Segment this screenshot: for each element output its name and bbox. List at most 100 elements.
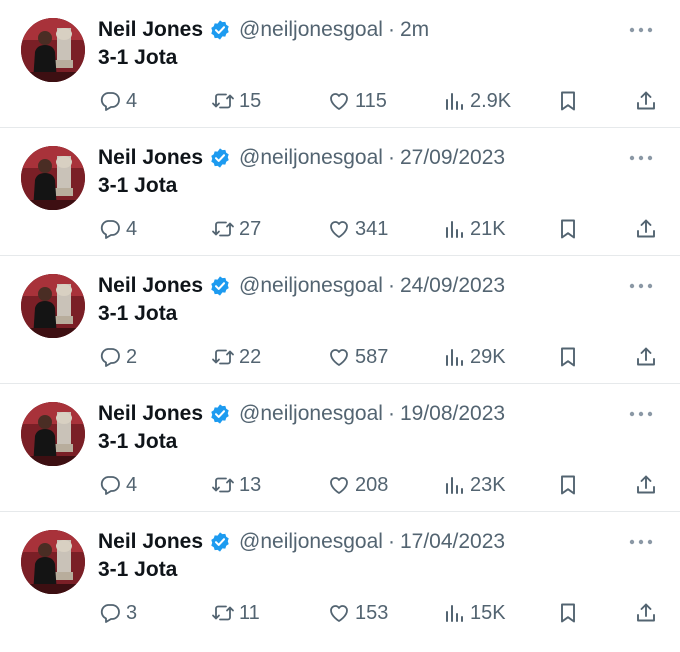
views-button[interactable]: 29K [442,344,506,370]
timestamp[interactable]: 2m [400,18,429,42]
retweet-button[interactable]: 27 [211,216,261,242]
like-button[interactable]: 341 [327,216,388,242]
bookmark-button[interactable] [556,600,580,626]
reply-count: 2 [126,345,138,368]
heart-icon [330,93,348,110]
share-button[interactable] [634,344,658,370]
tweet[interactable]: Neil Jones @neiljonesgoal · 27/09/2023 3… [0,128,680,256]
like-button[interactable]: 587 [327,344,388,370]
like-count: 115 [355,89,387,112]
retweet-button[interactable]: 11 [211,600,260,626]
views-button[interactable]: 21K [442,216,506,242]
avatar-image [21,530,85,594]
verified-badge-icon [209,147,231,169]
reply-button[interactable]: 3 [98,600,137,626]
verified-badge-icon [209,275,231,297]
bookmark-icon [561,475,575,495]
tweet[interactable]: Neil Jones @neiljonesgoal · 24/09/2023 3… [0,256,680,384]
retweet-icon [212,605,234,621]
avatar[interactable] [21,530,85,594]
retweet-count: 22 [239,345,262,368]
views-icon [446,349,463,366]
author-name[interactable]: Neil Jones [98,146,203,170]
retweet-icon [212,93,234,109]
reply-button[interactable]: 4 [98,472,137,498]
views-icon [446,605,463,622]
reply-button[interactable]: 4 [98,216,137,242]
like-count: 153 [355,601,389,624]
retweet-button[interactable]: 22 [211,344,261,370]
author-handle[interactable]: @neiljonesgoal [239,402,383,426]
more-options-icon[interactable] [626,20,656,40]
separator-dot: · [387,274,395,297]
verified-badge-icon [209,19,231,41]
heart-icon [330,221,348,238]
reply-button[interactable]: 4 [98,88,137,114]
views-button[interactable]: 2.9K [442,88,511,114]
tweet-actions: 2 22 587 29K [98,344,656,370]
more-options-icon[interactable] [626,532,656,552]
reply-button[interactable]: 2 [98,344,137,370]
retweet-count: 13 [239,473,262,496]
views-count: 15K [470,601,506,624]
views-button[interactable]: 23K [442,472,506,498]
like-button[interactable]: 208 [327,472,388,498]
bookmark-icon [561,219,575,239]
tweet[interactable]: Neil Jones @neiljonesgoal · 17/04/2023 3… [0,512,680,646]
more-options-icon[interactable] [626,148,656,168]
author-handle[interactable]: @neiljonesgoal [239,18,383,42]
avatar-image [21,18,85,82]
tweet-text: 3-1 Jota [98,174,178,197]
author-name[interactable]: Neil Jones [98,530,203,554]
avatar[interactable] [21,402,85,466]
like-button[interactable]: 153 [327,600,388,626]
heart-icon [330,605,348,622]
bookmark-button[interactable] [556,344,580,370]
share-button[interactable] [634,472,658,498]
share-button[interactable] [634,88,658,114]
timestamp[interactable]: 24/09/2023 [400,274,505,298]
avatar[interactable] [21,146,85,210]
separator-dot: · [387,146,395,169]
retweet-button[interactable]: 13 [211,472,261,498]
author-handle[interactable]: @neiljonesgoal [239,146,383,170]
author-handle[interactable]: @neiljonesgoal [239,530,383,554]
author-name[interactable]: Neil Jones [98,274,203,298]
bookmark-button[interactable] [556,88,580,114]
tweet[interactable]: Neil Jones @neiljonesgoal · 2m 3-1 Jota [0,0,680,128]
avatar-image [21,274,85,338]
tweet-header: Neil Jones @neiljonesgoal · 2m [98,16,620,44]
timestamp[interactable]: 27/09/2023 [400,146,505,170]
author-name[interactable]: Neil Jones [98,18,203,42]
share-icon [637,91,655,110]
reply-icon [100,476,120,495]
avatar[interactable] [21,274,85,338]
separator-dot: · [387,402,395,425]
reply-count: 4 [126,217,138,240]
reply-count: 4 [126,89,138,112]
verified-badge-icon [209,531,231,553]
tweet[interactable]: Neil Jones @neiljonesgoal · 19/08/2023 3… [0,384,680,512]
like-count: 208 [355,473,389,496]
tweet-actions: 3 11 153 15K [98,600,656,626]
views-count: 29K [470,345,506,368]
views-button[interactable]: 15K [442,600,506,626]
timestamp[interactable]: 19/08/2023 [400,402,505,426]
bookmark-button[interactable] [556,216,580,242]
share-icon [637,219,655,238]
tweet-header: Neil Jones @neiljonesgoal · 24/09/2023 [98,272,620,300]
tweet-header: Neil Jones @neiljonesgoal · 17/04/2023 [98,528,620,556]
bookmark-icon [561,603,575,623]
author-handle[interactable]: @neiljonesgoal [239,274,383,298]
more-options-icon[interactable] [626,276,656,296]
reply-count: 4 [126,473,138,496]
like-button[interactable]: 115 [327,88,387,114]
bookmark-button[interactable] [556,472,580,498]
author-name[interactable]: Neil Jones [98,402,203,426]
retweet-button[interactable]: 15 [211,88,261,114]
avatar[interactable] [21,18,85,82]
share-button[interactable] [634,600,658,626]
timestamp[interactable]: 17/04/2023 [400,530,505,554]
share-button[interactable] [634,216,658,242]
more-options-icon[interactable] [626,404,656,424]
